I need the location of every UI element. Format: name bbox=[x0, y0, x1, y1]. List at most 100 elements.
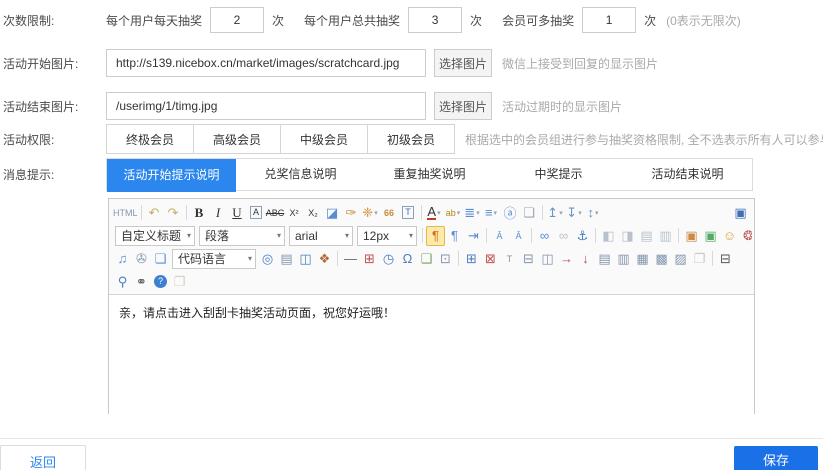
top-align-icon[interactable]: ↥▾ bbox=[546, 203, 565, 223]
paste-plain-text-icon[interactable]: T bbox=[399, 203, 418, 223]
emotion-icon[interactable]: ☺ bbox=[720, 226, 739, 246]
editor-content-area[interactable]: 亲，请点击进入刮刮卡抽奖活动页面，祝您好运哦！ bbox=[109, 295, 754, 415]
italic-icon[interactable]: I bbox=[209, 203, 228, 223]
delete-table-icon[interactable]: ⊠ bbox=[481, 249, 500, 269]
tab-redeem-info[interactable]: 兑奖信息说明 bbox=[236, 159, 365, 190]
horizontal-rule-icon[interactable]: — bbox=[341, 249, 360, 269]
insert-table-icon[interactable]: ⊞ bbox=[462, 249, 481, 269]
insert-row-icon[interactable]: ⊟ bbox=[519, 249, 538, 269]
daily-draw-input[interactable] bbox=[210, 7, 264, 33]
format-brush-icon[interactable]: ✑ bbox=[342, 203, 361, 223]
rtl-paragraph-icon[interactable]: ¶ bbox=[445, 226, 464, 246]
template-icon[interactable]: ❖ bbox=[315, 249, 334, 269]
font-color-icon[interactable]: A▾ bbox=[425, 203, 444, 223]
total-draw-input[interactable] bbox=[408, 7, 462, 33]
preview-icon[interactable]: ⚲ bbox=[113, 272, 132, 292]
merge-right-icon[interactable]: → bbox=[557, 249, 576, 269]
strikethrough-icon[interactable]: ABC bbox=[266, 203, 285, 223]
to-lowercase-icon[interactable]: Ǎ bbox=[509, 226, 528, 246]
attachment-icon[interactable]: ✇ bbox=[132, 249, 151, 269]
tab-repeat-draw[interactable]: 重复抽奖说明 bbox=[365, 159, 494, 190]
insert-anchor-icon[interactable]: ⚓ bbox=[573, 226, 592, 246]
comment-icon[interactable]: ❑ bbox=[417, 249, 436, 269]
page-break-icon[interactable]: ▤ bbox=[277, 249, 296, 269]
member-group-intermediate-button[interactable]: 中级会员 bbox=[280, 124, 368, 154]
help-icon[interactable]: ? bbox=[151, 272, 170, 292]
ordered-list-icon[interactable]: ≣▾ bbox=[463, 203, 482, 223]
source-code-icon[interactable]: HTML bbox=[113, 203, 138, 223]
search-replace-icon[interactable]: ⚭ bbox=[132, 272, 151, 292]
link-icon[interactable]: ∞ bbox=[535, 226, 554, 246]
ltr-paragraph-icon[interactable]: ¶ bbox=[426, 226, 445, 246]
font-size-select[interactable]: 12px▾ bbox=[357, 226, 417, 246]
save-button[interactable]: 保存 bbox=[734, 446, 818, 470]
remove-format-icon[interactable]: ◪ bbox=[323, 203, 342, 223]
member-group-junior-button[interactable]: 初级会员 bbox=[367, 124, 455, 154]
image-manager-icon[interactable]: ▣ bbox=[701, 226, 720, 246]
highlight-color-icon[interactable]: ab▾ bbox=[444, 203, 463, 223]
undo-icon[interactable]: ↶ bbox=[145, 203, 164, 223]
to-uppercase-icon[interactable]: Â bbox=[490, 226, 509, 246]
redo-icon[interactable]: ↷ bbox=[164, 203, 183, 223]
paragraph-align-icon[interactable]: ↧▾ bbox=[565, 203, 584, 223]
underline-icon[interactable]: U bbox=[228, 203, 247, 223]
scrawl-icon[interactable]: ❂ bbox=[739, 226, 752, 246]
start-image-url-input[interactable] bbox=[106, 49, 426, 77]
blockquote-icon[interactable]: 66 bbox=[380, 203, 399, 223]
limits-note: (0表示无限次) bbox=[666, 12, 741, 29]
image-align-inline-icon[interactable]: ◨ bbox=[618, 226, 637, 246]
insert-time-icon[interactable]: ◷ bbox=[379, 249, 398, 269]
back-button[interactable]: 返回 bbox=[0, 445, 86, 470]
columns-icon[interactable]: ◫ bbox=[296, 249, 315, 269]
image-align-center-icon[interactable]: ▤ bbox=[637, 226, 656, 246]
member-group-buttons: 终极会员 高级会员 中级会员 初级会员 bbox=[106, 124, 455, 154]
print-icon[interactable]: ⊟ bbox=[716, 249, 735, 269]
merge-cells-icon[interactable]: ▤ bbox=[595, 249, 614, 269]
split-cells-icon[interactable]: ▩ bbox=[652, 249, 671, 269]
split-to-cols-icon[interactable]: ▦ bbox=[633, 249, 652, 269]
indent-icon[interactable]: ⇥ bbox=[464, 226, 483, 246]
custom-title-select[interactable]: 自定义标题▾ bbox=[115, 226, 195, 246]
table-title-icon[interactable]: T bbox=[500, 249, 519, 269]
insert-frame-icon[interactable]: ❏ bbox=[151, 249, 170, 269]
snapshot-icon[interactable]: ⊡ bbox=[436, 249, 455, 269]
member-extra-draw-input[interactable] bbox=[582, 7, 636, 33]
tab-activity-start-tip[interactable]: 活动开始提示说明 bbox=[107, 159, 236, 192]
merge-down-icon[interactable]: ↓ bbox=[576, 249, 595, 269]
font-family-select[interactable]: arial▾ bbox=[289, 226, 353, 246]
new-document-icon[interactable]: ❏ bbox=[520, 203, 539, 223]
insert-date-icon[interactable]: ⊞ bbox=[360, 249, 379, 269]
page-template-icon[interactable]: ❐ bbox=[690, 249, 709, 269]
anchor-icon[interactable]: ⓐ bbox=[501, 203, 520, 223]
line-spacing-icon[interactable]: ↕▾ bbox=[584, 203, 603, 223]
editor-toolbar: HTML↶↷BIUAABCX²X₂◪✑❈▾66TA▾ab▾≣▾≡▾ⓐ❏↥▾↧▾↕… bbox=[109, 199, 754, 295]
special-chars-icon[interactable]: Ω bbox=[398, 249, 417, 269]
tab-winning-tip[interactable]: 中奖提示 bbox=[494, 159, 623, 190]
table-background-icon[interactable]: ▨ bbox=[671, 249, 690, 269]
bold-icon[interactable]: B bbox=[190, 203, 209, 223]
insert-column-icon[interactable]: ◫ bbox=[538, 249, 557, 269]
image-align-right-icon[interactable]: ▥ bbox=[656, 226, 675, 246]
superscript-icon[interactable]: X² bbox=[285, 203, 304, 223]
member-group-ultimate-button[interactable]: 终极会员 bbox=[106, 124, 194, 154]
auto-typeset-icon[interactable]: ❈▾ bbox=[361, 203, 380, 223]
split-to-rows-icon[interactable]: ▥ bbox=[614, 249, 633, 269]
tab-activity-end[interactable]: 活动结束说明 bbox=[623, 159, 752, 190]
chevron-down-icon: ▾ bbox=[248, 254, 252, 263]
code-language-select[interactable]: 代码语言▾ bbox=[172, 249, 256, 269]
insert-code-icon[interactable]: ◎ bbox=[258, 249, 277, 269]
paragraph-format-select[interactable]: 段落▾ bbox=[199, 226, 285, 246]
unordered-list-icon[interactable]: ≡▾ bbox=[482, 203, 501, 223]
music-icon[interactable]: ♫ bbox=[113, 249, 132, 269]
unlink-icon[interactable]: ∞ bbox=[554, 226, 573, 246]
member-group-senior-button[interactable]: 高级会员 bbox=[193, 124, 281, 154]
end-image-pick-button[interactable]: 选择图片 bbox=[434, 92, 492, 120]
subscript-icon[interactable]: X₂ bbox=[304, 203, 323, 223]
insert-image-icon[interactable]: ▣ bbox=[682, 226, 701, 246]
bordered-text-icon[interactable]: A bbox=[247, 203, 266, 223]
paste-icon[interactable]: ❐ bbox=[170, 272, 189, 292]
start-image-pick-button[interactable]: 选择图片 bbox=[434, 49, 492, 77]
fullscreen-icon[interactable]: ▣ bbox=[731, 203, 750, 223]
image-align-left-icon[interactable]: ◧ bbox=[599, 226, 618, 246]
end-image-url-input[interactable] bbox=[106, 92, 426, 120]
